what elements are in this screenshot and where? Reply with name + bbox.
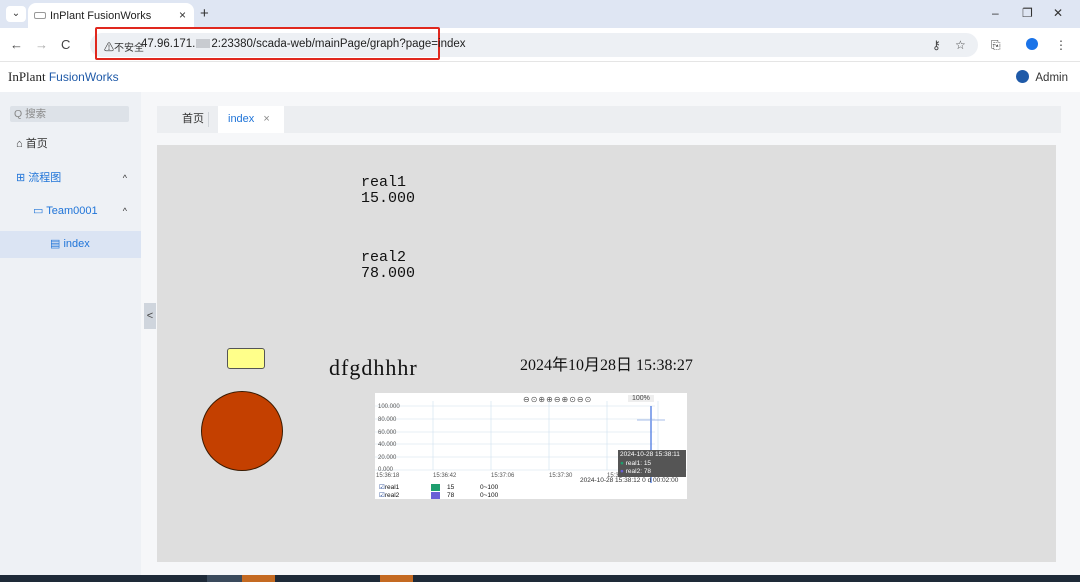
legend-range: 0~100 bbox=[480, 491, 499, 499]
real1-value: 15.000 bbox=[361, 190, 416, 207]
sidebar-item-label: Team0001 bbox=[46, 205, 98, 217]
tab-search-menu[interactable]: ⌄ bbox=[6, 6, 26, 22]
tab-close-icon[interactable]: × bbox=[263, 113, 269, 125]
browser-tab[interactable]: InPlant FusionWorks × bbox=[28, 3, 194, 28]
browser-menu-icon[interactable]: ⋮ bbox=[1055, 38, 1067, 52]
trend-widget: ⊖⊙⊕⊕⊖⊕⊙⊖⊙ 100% 100.000 80.000 60.000 40.… bbox=[375, 393, 687, 499]
flow-icon: ⊞ bbox=[16, 172, 26, 184]
tab-divider bbox=[208, 112, 209, 127]
forward-button[interactable]: → bbox=[35, 37, 48, 52]
security-label: 不安全 bbox=[114, 43, 144, 54]
trend-info: 2024-10-28 15:38:12 0 d 00:02:00 bbox=[580, 477, 679, 484]
y-tick: 80.000 bbox=[378, 417, 397, 423]
x-tick: 15:36:18 bbox=[376, 473, 400, 479]
legend-value: 15 bbox=[447, 484, 455, 491]
taskbar-item[interactable] bbox=[380, 575, 413, 582]
legend-range: 0~100 bbox=[480, 484, 499, 491]
y-tick: 40.000 bbox=[378, 442, 397, 448]
sidebar-item-home[interactable]: ⌂ 首页 bbox=[0, 131, 141, 158]
chevron-up-icon: ^ bbox=[122, 173, 127, 183]
sidebar-item-label: index bbox=[63, 238, 90, 250]
tooltip-time: 2024-10-28 15:38:11 bbox=[620, 451, 680, 458]
user-menu[interactable]: Admin bbox=[1016, 70, 1068, 84]
real1-name: real1 bbox=[361, 174, 407, 191]
minimize-button[interactable]: – bbox=[992, 6, 999, 20]
x-tick: 15:37:30 bbox=[549, 473, 573, 479]
app-logo: InPlant FusionWorks bbox=[8, 69, 119, 84]
yellow-indicator[interactable] bbox=[227, 348, 265, 369]
page-tabbar bbox=[157, 106, 1061, 133]
url-text[interactable]: 47.96.171. 2:23380/scada-web/mainPage/gra… bbox=[141, 38, 466, 50]
reload-button[interactable]: C bbox=[61, 37, 70, 52]
text-label: dfgdhhhr bbox=[329, 355, 418, 380]
close-window-button[interactable]: ✕ bbox=[1053, 6, 1063, 20]
datetime-display: 2024年10月28日 15:38:27 bbox=[520, 357, 693, 374]
user-name: Admin bbox=[1035, 72, 1068, 84]
extensions-icon[interactable]: ⎘ bbox=[991, 38, 1001, 53]
back-button[interactable]: ← bbox=[10, 37, 23, 52]
status-circle[interactable] bbox=[201, 391, 283, 471]
legend-swatch bbox=[431, 491, 440, 499]
maximize-button[interactable]: ❐ bbox=[1022, 6, 1033, 20]
tab-home[interactable]: 首页 bbox=[172, 106, 216, 133]
favicon-icon bbox=[34, 12, 46, 19]
profile-avatar-icon[interactable] bbox=[1026, 38, 1038, 50]
security-warning[interactable]: ⚠不安全 bbox=[104, 39, 144, 54]
sidebar-item-label: 流程图 bbox=[28, 172, 62, 184]
sidebar-item-label: 首页 bbox=[25, 138, 48, 150]
os-taskbar bbox=[0, 575, 1080, 582]
taskbar-item[interactable] bbox=[207, 575, 242, 582]
browser-tabstrip: ⌄ InPlant FusionWorks × + – ❐ ✕ bbox=[0, 0, 1080, 28]
y-tick: 100.000 bbox=[378, 404, 400, 410]
y-tick: 60.000 bbox=[378, 430, 397, 436]
url-suffix: 2:23380/scada-web/mainPage/graph?page=in… bbox=[211, 38, 466, 50]
file-icon: ▤ bbox=[50, 238, 61, 250]
sidebar-item-team[interactable]: ▭ Team0001 ^ bbox=[0, 198, 141, 225]
tab-label: 首页 bbox=[182, 113, 204, 125]
tab-label: index bbox=[228, 113, 255, 125]
url-prefix: 47.96.171. bbox=[141, 38, 196, 50]
sidebar-item-flow[interactable]: ⊞ 流程图 ^ bbox=[0, 165, 141, 192]
sidebar: Q 搜索 ⌂ 首页 ⊞ 流程图 ^ ▭ Team0001 ^ ▤ index bbox=[0, 92, 141, 582]
tab-index[interactable]: index × bbox=[218, 106, 284, 133]
tab-title: InPlant FusionWorks bbox=[50, 10, 152, 22]
tooltip-real2: ● real2: 78 bbox=[620, 468, 652, 475]
tooltip-real1: ● real1: 15 bbox=[620, 459, 652, 467]
tab-close-button[interactable]: × bbox=[179, 8, 186, 22]
folder-icon: ▭ bbox=[33, 205, 44, 217]
sidebar-item-index[interactable]: ▤ index bbox=[0, 231, 141, 258]
real2-display: real2 78.000 bbox=[361, 250, 415, 282]
sidebar-search-input[interactable]: Q 搜索 bbox=[10, 106, 129, 122]
warning-icon: ⚠ bbox=[104, 43, 114, 54]
bookmark-star-icon[interactable]: ☆ bbox=[955, 38, 966, 52]
chevron-up-icon: ^ bbox=[122, 206, 127, 216]
home-icon: ⌂ bbox=[16, 138, 23, 150]
legend-value: 78 bbox=[447, 491, 455, 499]
trend-legend: ☑real1 15 0~100 ☑real2 78 0~100 bbox=[379, 484, 498, 500]
app-header: InPlant FusionWorks Admin bbox=[0, 62, 1080, 92]
x-tick: 15:36:42 bbox=[433, 473, 457, 479]
real2-value: 78.000 bbox=[361, 265, 416, 282]
user-icon bbox=[1016, 70, 1030, 83]
y-tick: 20.000 bbox=[378, 455, 397, 461]
legend-swatch bbox=[431, 484, 440, 491]
legend-row[interactable]: ☑real1 15 0~100 bbox=[379, 484, 498, 492]
taskbar-item[interactable] bbox=[242, 575, 275, 582]
legend-row[interactable]: ☑real2 78 0~100 bbox=[379, 491, 498, 500]
real1-display: real1 15.000 bbox=[361, 175, 415, 207]
x-tick: 15:37:06 bbox=[491, 473, 515, 479]
sidebar-collapse-button[interactable]: < bbox=[144, 303, 156, 329]
key-icon[interactable]: ⚷ bbox=[932, 38, 941, 52]
redacted-segment bbox=[196, 39, 211, 49]
real2-name: real2 bbox=[361, 249, 407, 266]
new-tab-button[interactable]: + bbox=[200, 5, 209, 22]
trend-tooltip: 2024-10-28 15:38:11 ● real1: 15 ● real2:… bbox=[618, 450, 686, 477]
